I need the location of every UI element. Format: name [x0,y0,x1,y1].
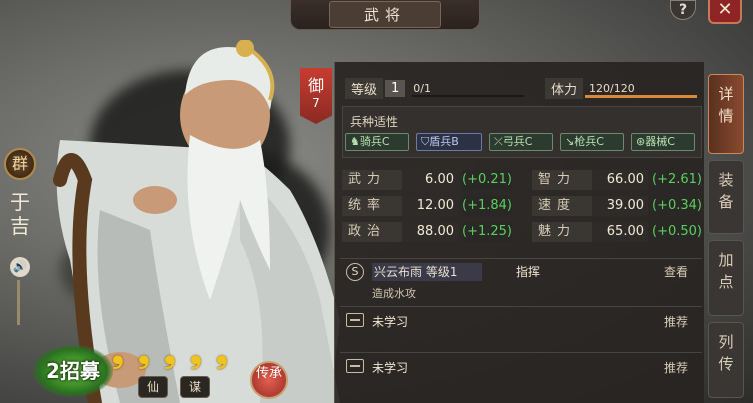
affinity-bow: ⤫弓兵C [489,133,553,151]
tag-strategist: 谋 [180,376,210,398]
stat-value: 39.00 [592,196,648,216]
stat-growth: (+1.25) [462,222,512,242]
stat-row: 统率 12.00 (+1.84) [342,196,512,216]
bow-icon: ⤫ [494,135,503,148]
affinity-cavalry: ♞骑兵C [345,133,409,151]
stamina-label: 体力 [545,77,584,99]
stat-row: 速度 39.00 (+0.34) [532,196,702,216]
star-icon: ❟ [190,335,202,370]
name-divider [17,280,20,325]
stat-growth: (+0.21) [462,170,512,190]
shield-icon: ⛉ [421,135,430,148]
general-screen: 武将 ? ✕ 群 于吉 🔊 2招募 仙 谋 ❟ ❟ ❟ ❟ ❟ 传承 御 7 等… [0,0,753,403]
star-icon: ❟ [164,335,176,370]
view-skill-button[interactable]: 查看 [664,263,688,280]
level-value: 1 [385,79,406,97]
recruit-label: 招募 [59,359,100,383]
gear-icon: ⊛ [636,135,646,148]
scroll-icon [346,359,364,373]
stat-growth: (+0.34) [652,196,702,216]
skill-empty-label: 未学习 [372,315,409,329]
affinity-label: 器械C [645,135,675,148]
level-exp: 0/1 [413,81,431,95]
inherit-label: 传承 [255,366,282,381]
affinity-label: 骑兵C [359,135,390,148]
stat-value: 88.00 [402,222,458,242]
affinity-siege: ⊛器械C [631,133,695,151]
stat-row: 魅力 65.00 (+0.50) [532,222,702,242]
tab-label: 详情 [718,85,734,125]
faction-badge: 群 [4,148,36,180]
recommend-button[interactable]: 推荐 [664,313,688,330]
tab-points[interactable]: 加点 [708,240,744,316]
tab-label: 装备 [718,171,734,211]
stat-name: 速度 [532,196,592,216]
stat-row: 政治 88.00 (+1.25) [342,222,512,242]
tag-immortal: 仙 [138,376,168,398]
exp-bar [412,95,524,97]
skill-type: 指挥 [516,265,541,279]
star-icon: ❟ [112,335,124,370]
stat-name: 智力 [532,170,592,190]
affinity-spear: ↘枪兵C [560,133,624,151]
stat-growth: (+0.50) [652,222,702,242]
stat-value: 66.00 [592,170,648,190]
skill-slot-1: S 兴云布雨 等级1 指挥 查看 造成水攻 [340,258,702,304]
affinity-label: 枪兵C [574,135,604,148]
stamina-bar [585,95,697,98]
tab-details[interactable]: 详情 [708,74,744,154]
affinity-label: 弓兵C [502,135,533,148]
rank-ribbon: 御 7 [300,68,332,124]
stat-name: 魅力 [532,222,592,242]
stat-growth: (+1.84) [462,196,512,216]
title-bar: 武将 [290,0,480,30]
star-icon: ❟ [138,335,150,370]
star-icon: ❟ [216,335,228,370]
stat-growth: (+2.61) [652,170,702,190]
skill-name: 兴云布雨 等级1 [372,263,482,281]
recruit-badge: 2招募 [33,345,113,397]
tab-label: 列传 [718,333,734,373]
rank-value: 7 [312,96,320,110]
skill-slot-3[interactable]: 未学习 推荐 [340,352,702,398]
scroll-icon [346,313,364,327]
general-name: 于吉 [10,190,30,238]
stat-value: 12.00 [402,196,458,216]
affinity-title: 兵种适性 [350,115,399,129]
tab-label: 加点 [718,251,734,291]
affinity-label: 盾兵B [429,135,459,148]
affinity-shield: ⛉盾兵B [416,133,482,151]
skill-description: 造成水攻 [372,287,416,300]
voice-icon[interactable]: 🔊 [10,257,30,277]
stat-row: 智力 66.00 (+2.61) [532,170,702,190]
stat-name: 武力 [342,170,402,190]
level-label: 等级 [345,77,384,99]
recruit-count: 2 [46,359,60,383]
stat-value: 6.00 [402,170,458,190]
skill-grade-badge: S [346,263,364,281]
help-button[interactable]: ? [670,0,696,20]
rank-label: 御 [307,76,324,95]
close-button[interactable]: ✕ [708,0,742,24]
tab-biography[interactable]: 列传 [708,322,744,398]
stat-name: 统率 [342,196,402,216]
stamina-value: 120/120 [589,81,635,95]
spear-icon: ↘ [565,135,575,148]
stat-value: 65.00 [592,222,648,242]
horse-icon: ♞ [350,135,360,148]
recommend-button[interactable]: 推荐 [664,359,688,376]
skill-slot-2[interactable]: 未学习 推荐 [340,306,702,350]
tab-equipment[interactable]: 装备 [708,160,744,234]
inherit-button[interactable]: 传承 [250,361,288,399]
stat-row: 武力 6.00 (+0.21) [342,170,512,190]
skill-empty-label: 未学习 [372,361,409,375]
page-title: 武将 [328,1,441,28]
stat-name: 政治 [342,222,402,242]
